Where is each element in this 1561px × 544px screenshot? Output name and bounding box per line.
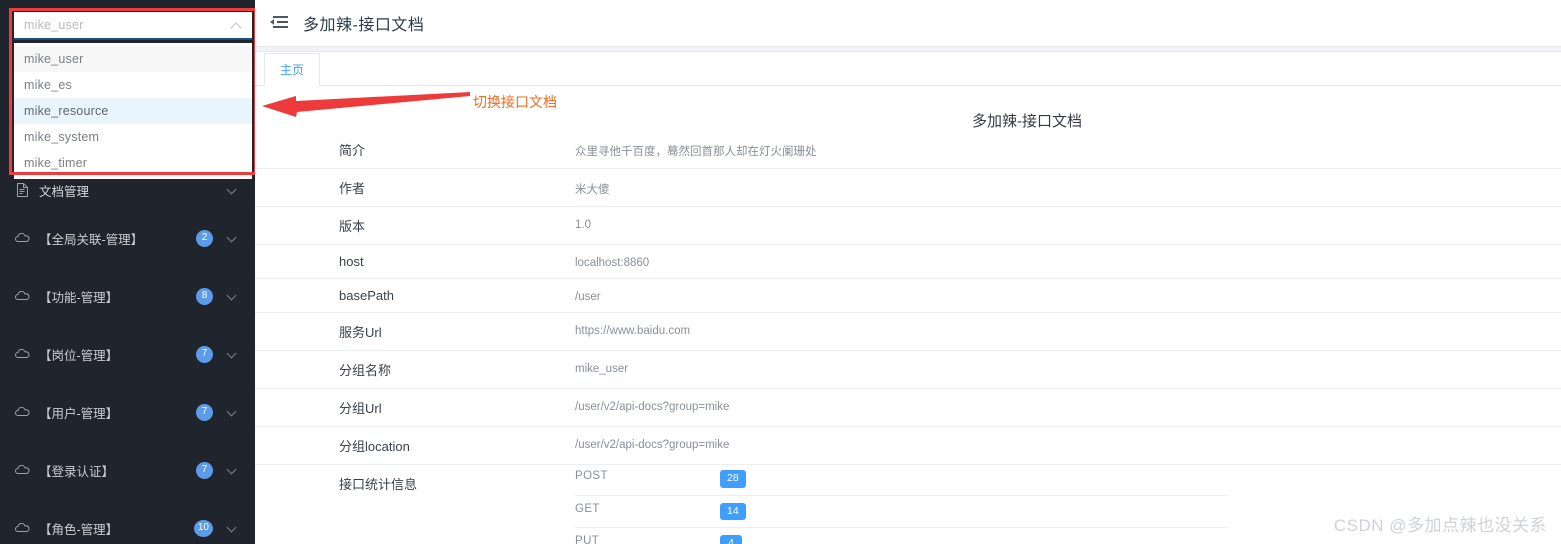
row-value: 米大傻	[575, 184, 610, 196]
row-label: 服务Url	[339, 325, 382, 340]
row-label: 分组location	[339, 439, 410, 454]
sidebar-item-global-relation[interactable]: 【全局关联-管理】 2	[0, 224, 255, 252]
chevron-down-icon[interactable]	[226, 291, 237, 302]
sidebar-item-badge: 10	[193, 519, 213, 537]
row-value: 众里寻他千百度，蓦然回首那人却在灯火阑珊处	[575, 146, 817, 158]
sidebar-item-function-manage[interactable]: 【功能-管理】 8	[0, 282, 255, 310]
chevron-down-icon[interactable]	[226, 233, 237, 244]
row-value: /user	[575, 291, 601, 303]
top-bar: 多加辣-接口文档	[255, 0, 1561, 46]
sidebar-item-position-manage[interactable]: 【岗位-管理】 7	[0, 340, 255, 368]
row-label: basePath	[339, 288, 394, 303]
stats-row: PUT 4	[575, 528, 1230, 544]
row-value: localhost:8860	[575, 257, 650, 269]
stats-count-cell: 28	[720, 463, 1230, 495]
row-label: 分组名称	[339, 363, 392, 378]
sidebar-item-label: 【全局关联-管理】	[39, 232, 144, 247]
sidebar-item-badge: 2	[196, 229, 213, 247]
dropdown-option[interactable]: mike_timer	[14, 150, 252, 176]
row-label: 作者	[339, 181, 366, 196]
stats-count-badge: 4	[720, 535, 742, 544]
table-row: basePath /user	[255, 279, 1561, 313]
dropdown-option[interactable]: mike_es	[14, 72, 252, 98]
row-value: /user/v2/api-docs?group=mike	[575, 439, 730, 451]
sidebar-item-badge: 7	[196, 403, 213, 421]
sidebar-item-badge: 8	[196, 287, 213, 305]
stats-count-cell: 4	[720, 528, 1230, 544]
chevron-down-icon[interactable]	[226, 523, 237, 534]
group-select-dropdown[interactable]: mike_user mike_es mike_resource mike_sys…	[14, 43, 252, 179]
api-cloud-icon	[14, 348, 31, 360]
row-label: 简介	[339, 143, 366, 158]
row-value: https://www.baidu.com	[575, 325, 691, 337]
row-value: 1.0	[575, 219, 591, 231]
sidebar: mike_user mike_user mike_es mike_resourc…	[0, 0, 255, 544]
row-label: 分组Url	[339, 401, 382, 416]
table-row: 服务Url https://www.baidu.com	[255, 313, 1561, 351]
chevron-up-icon	[231, 20, 242, 31]
api-cloud-icon	[14, 464, 31, 476]
tab-bar: 主页	[255, 52, 1561, 86]
stats-method: PUT	[575, 535, 600, 544]
group-select-value: mike_user	[24, 18, 84, 32]
table-row: 简介 众里寻他千百度，蓦然回首那人却在灯火阑珊处	[255, 131, 1561, 169]
chevron-down-icon[interactable]	[226, 407, 237, 418]
table-row-stats: 接口统计信息 POST 28 GET 14 PUT 4	[255, 465, 1561, 544]
document-icon	[14, 183, 31, 197]
row-label: 接口统计信息	[339, 477, 418, 492]
stats-method: POST	[575, 470, 608, 482]
dropdown-option[interactable]: mike_system	[14, 124, 252, 150]
sidebar-item-label: 【登录认证】	[39, 464, 115, 479]
menu-fold-icon[interactable]	[269, 15, 289, 31]
sidebar-item-user-manage[interactable]: 【用户-管理】 7	[0, 398, 255, 426]
sidebar-item-label: 【功能-管理】	[39, 290, 119, 305]
chevron-down-icon[interactable]	[226, 185, 237, 196]
stats-row: GET 14	[575, 495, 1230, 528]
table-row: 分组名称 mike_user	[255, 351, 1561, 389]
tab-home[interactable]: 主页	[264, 53, 320, 86]
sidebar-menu: 文档管理 【全局关联-管理】 2 【功能-管理】 8 【岗位-管理】 7 【用户…	[0, 176, 255, 544]
row-value: /user/v2/api-docs?group=mike	[575, 401, 730, 413]
page-title: 多加辣-接口文档	[303, 16, 425, 34]
main-area: 多加辣-接口文档 主页 多加辣-接口文档 简介 众里寻他千百度，蓦然回首那人却在…	[255, 0, 1561, 544]
api-cloud-icon	[14, 522, 31, 534]
doc-info-table: 简介 众里寻他千百度，蓦然回首那人却在灯火阑珊处 作者 米大傻 版本 1.0 h…	[255, 131, 1561, 544]
sidebar-item-label: 文档管理	[39, 184, 90, 199]
stats-count-badge: 28	[720, 470, 746, 488]
row-label: 版本	[339, 219, 366, 234]
stats-cell: POST 28 GET 14 PUT 4	[575, 465, 1561, 544]
dropdown-option[interactable]: mike_resource	[14, 98, 252, 124]
sidebar-item-badge: 7	[196, 461, 213, 479]
table-row: 作者 米大傻	[255, 169, 1561, 207]
chevron-down-icon[interactable]	[226, 349, 237, 360]
api-cloud-icon	[14, 290, 31, 302]
sidebar-item-doc-manage[interactable]: 文档管理	[0, 176, 255, 204]
sidebar-item-badge: 7	[196, 345, 213, 363]
table-row: 分组location /user/v2/api-docs?group=mike	[255, 427, 1561, 465]
doc-title: 多加辣-接口文档	[972, 113, 1082, 130]
table-row: host localhost:8860	[255, 245, 1561, 279]
sidebar-item-role-manage[interactable]: 【角色-管理】 10	[0, 514, 255, 542]
chevron-down-icon[interactable]	[226, 465, 237, 476]
sidebar-item-label: 【用户-管理】	[39, 406, 119, 421]
table-row: 分组Url /user/v2/api-docs?group=mike	[255, 389, 1561, 427]
row-value: mike_user	[575, 363, 629, 375]
api-stats-table: POST 28 GET 14 PUT 4	[575, 463, 1230, 544]
stats-method: GET	[575, 502, 600, 515]
group-select[interactable]: mike_user	[14, 12, 252, 40]
stats-count-cell: 14	[720, 495, 1230, 528]
sidebar-item-label: 【角色-管理】	[39, 522, 119, 537]
stats-count-badge: 14	[720, 502, 746, 521]
sidebar-item-login-auth[interactable]: 【登录认证】 7	[0, 456, 255, 484]
table-row: 版本 1.0	[255, 207, 1561, 245]
api-cloud-icon	[14, 232, 31, 244]
sidebar-item-label: 【岗位-管理】	[39, 348, 119, 363]
dropdown-option[interactable]: mike_user	[14, 46, 252, 72]
api-cloud-icon	[14, 406, 31, 418]
stats-row: POST 28	[575, 463, 1230, 496]
app-root: mike_user mike_user mike_es mike_resourc…	[0, 0, 1561, 544]
row-label: host	[339, 254, 364, 269]
